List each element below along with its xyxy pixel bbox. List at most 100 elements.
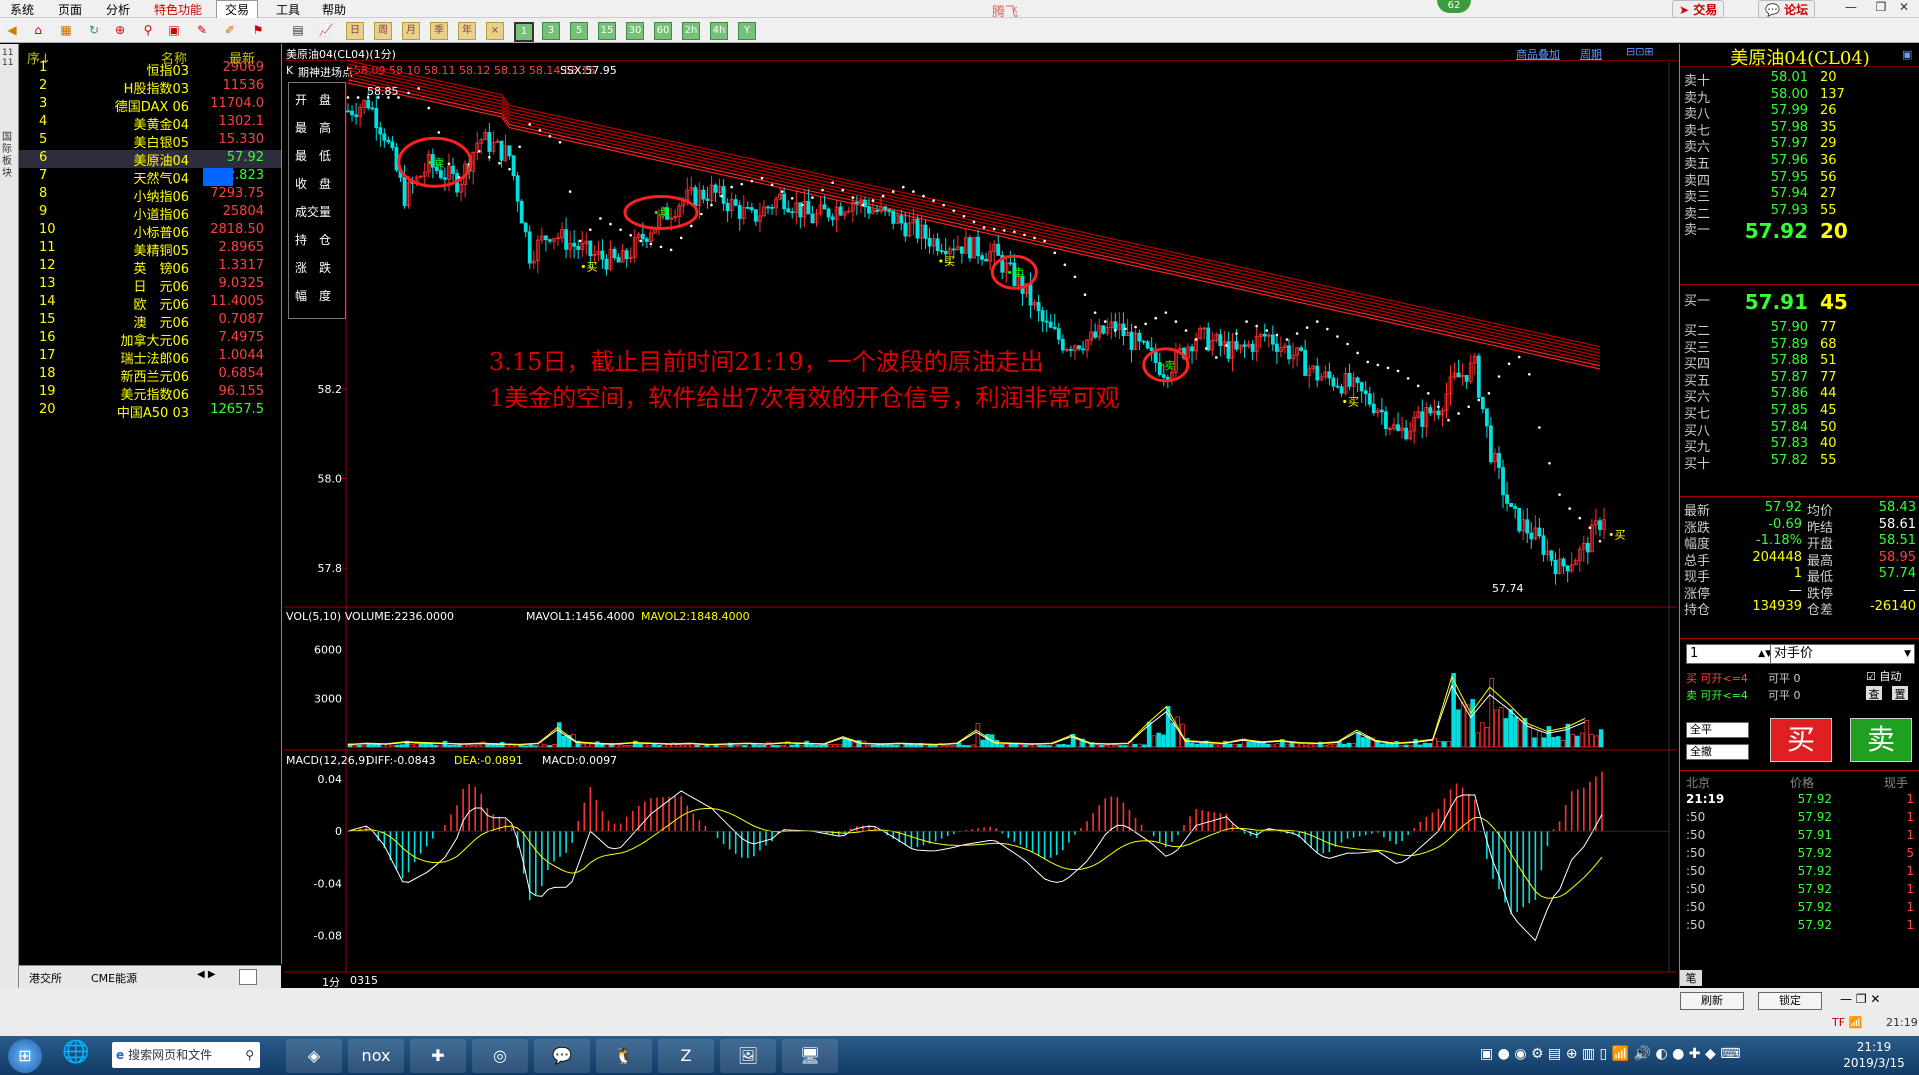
table-icon[interactable]: ▤ bbox=[290, 22, 306, 38]
volume-bar bbox=[1232, 744, 1238, 748]
tab-hkex[interactable]: 港交所 bbox=[29, 970, 62, 986]
lock-button[interactable]: 锁定 bbox=[1758, 992, 1822, 1010]
back-icon[interactable]: ◀ bbox=[4, 22, 20, 38]
candle-body bbox=[1404, 427, 1409, 440]
watchlist-row[interactable]: 13 日 元06 9.0325 bbox=[19, 276, 281, 295]
ssx-dot bbox=[417, 87, 420, 90]
menu-features[interactable]: 特色功能 bbox=[154, 1, 202, 18]
panel-icon[interactable]: ▣ bbox=[1902, 48, 1912, 61]
close-button[interactable]: ✕ bbox=[1889, 0, 1919, 16]
tray-icons[interactable]: ▣ ● ◉ ⚙ ▤ ⊕ ▥ ▯ 📶 🔊 ◐ ● ✚ ◆ ⌨ bbox=[1480, 1046, 1740, 1062]
period-1min-icon[interactable]: 1 bbox=[514, 22, 534, 42]
ticks-tab[interactable]: 笔 bbox=[1680, 970, 1702, 986]
zoom-in-icon[interactable]: ⊕ bbox=[112, 22, 128, 38]
period-5min-icon[interactable]: 5 bbox=[570, 22, 588, 40]
app-baidu-icon[interactable]: ◈ bbox=[286, 1039, 342, 1073]
watchlist-row[interactable]: 17 瑞士法郎06 1.0044 bbox=[19, 348, 281, 367]
quantity-input[interactable]: 1 ▲▼ bbox=[1686, 644, 1775, 664]
watchlist-row[interactable]: 1 恒指03 29069 bbox=[19, 60, 281, 79]
watchlist-row[interactable]: 7 天然气04 2.823 bbox=[19, 168, 281, 187]
app-360-icon[interactable]: ◎ bbox=[472, 1039, 528, 1073]
ssx-dot bbox=[1225, 344, 1228, 347]
menu-system[interactable]: 系统 bbox=[10, 1, 34, 18]
chart-icon[interactable]: 📈 bbox=[318, 22, 334, 38]
refresh-button[interactable]: 刷新 bbox=[1680, 992, 1744, 1010]
watchlist-row[interactable]: 18 新西兰元06 0.6854 bbox=[19, 366, 281, 385]
period-month-icon[interactable]: 月 bbox=[402, 22, 420, 40]
watchlist-row[interactable]: 5 美白银05 15.330 bbox=[19, 132, 281, 151]
watchlist-row[interactable]: 9 小道指06 25804 bbox=[19, 204, 281, 223]
app-photo-icon[interactable]: 🖼 bbox=[720, 1039, 776, 1073]
quote-icon[interactable]: ▦ bbox=[58, 22, 74, 38]
watchlist-row[interactable]: 2 H股指数03 11536 bbox=[19, 78, 281, 97]
taskbar-search[interactable]: e 搜索网页和文件 ⚲ bbox=[112, 1042, 260, 1068]
panel-window-controls[interactable]: — ❐ ✕ bbox=[1840, 992, 1880, 1006]
period-week-icon[interactable]: 周 bbox=[374, 22, 392, 40]
watchlist-row[interactable]: 8 小纳指06 7293.75 bbox=[19, 186, 281, 205]
period-multi-icon[interactable]: × bbox=[486, 22, 504, 40]
app-plus-icon[interactable]: ✚ bbox=[410, 1039, 466, 1073]
watchlist-row[interactable]: 12 英 镑06 1.3317 bbox=[19, 258, 281, 277]
period-30min-icon[interactable]: 30 bbox=[626, 22, 644, 40]
menu-page[interactable]: 页面 bbox=[58, 1, 82, 18]
taskbar-clock[interactable]: 21:19 2019/3/15 bbox=[1834, 1039, 1914, 1071]
plate-label[interactable]: 国际板块 bbox=[2, 132, 14, 180]
menu-analysis[interactable]: 分析 bbox=[106, 1, 130, 18]
watchlist-row[interactable]: 4 美黄金04 1302.1 bbox=[19, 114, 281, 133]
start-button[interactable]: ⊞ bbox=[8, 1039, 42, 1073]
period-2h-icon[interactable]: 2h bbox=[682, 22, 700, 40]
sell-button[interactable]: 卖 bbox=[1850, 718, 1912, 762]
home-icon[interactable]: ⌂ bbox=[30, 22, 46, 38]
buy-button[interactable]: 买 bbox=[1770, 718, 1832, 762]
menu-help[interactable]: 帮助 bbox=[322, 1, 346, 18]
watchlist-row[interactable]: 3 德国DAX 06 11704.0 bbox=[19, 96, 281, 115]
pen-icon[interactable]: ✎ bbox=[194, 22, 210, 38]
menu-tools[interactable]: 工具 bbox=[276, 1, 300, 18]
notification-badge[interactable]: 62 bbox=[1437, 0, 1471, 13]
refresh-icon[interactable]: ↻ bbox=[86, 22, 102, 38]
period-y-icon[interactable]: Y bbox=[738, 22, 756, 40]
pin-icon[interactable]: ⚑ bbox=[250, 22, 266, 38]
app-z-icon[interactable]: Z bbox=[658, 1039, 714, 1073]
watchlist-row[interactable]: 14 欧 元06 11.4005 bbox=[19, 294, 281, 313]
forum-button[interactable]: 💬 论坛 bbox=[1758, 0, 1816, 18]
close-all-button[interactable]: 全平 bbox=[1686, 722, 1749, 738]
candle-body bbox=[1129, 331, 1134, 350]
price-type-select[interactable]: 对手价 ▼ bbox=[1770, 644, 1915, 664]
row-name: 新西兰元06 bbox=[120, 370, 189, 385]
window-icon[interactable]: ▣ bbox=[166, 22, 182, 38]
auto-checkbox[interactable]: ☑ 自动 bbox=[1866, 668, 1901, 684]
app-terminal-icon[interactable]: 🖥 bbox=[782, 1039, 838, 1073]
app-qq-icon[interactable]: 🐧 bbox=[596, 1039, 652, 1073]
query-button[interactable]: 查 bbox=[1866, 686, 1882, 701]
draw-icon[interactable]: ✐ bbox=[222, 22, 238, 38]
cancel-all-button[interactable]: 全撤 bbox=[1686, 744, 1749, 760]
watchlist-row[interactable]: 10 小标普06 2818.50 bbox=[19, 222, 281, 241]
ask-volume: 20 bbox=[1820, 70, 1837, 85]
watchlist-row[interactable]: 20 中国A50 03 12657.5 bbox=[19, 402, 281, 421]
tab-scroll-thumb[interactable] bbox=[239, 969, 257, 985]
trade-button[interactable]: ➤ 交易 bbox=[1672, 0, 1725, 18]
browser-ball-icon[interactable]: 🌐 bbox=[62, 1040, 89, 1065]
search-icon[interactable]: ⚲ bbox=[140, 22, 156, 38]
period-4h-icon[interactable]: 4h bbox=[710, 22, 728, 40]
period-3min-icon[interactable]: 3 bbox=[542, 22, 560, 40]
tab-cme-energy[interactable]: CME能源 bbox=[91, 970, 137, 986]
watchlist-row[interactable]: 11 美精铜05 2.8965 bbox=[19, 240, 281, 259]
watchlist-row[interactable]: 6 美原油04 57.92 bbox=[19, 150, 281, 169]
reset-button[interactable]: 置 bbox=[1892, 686, 1908, 701]
period-day-icon[interactable]: 日 bbox=[346, 22, 364, 40]
period-year-icon[interactable]: 年 bbox=[458, 22, 476, 40]
minimize-button[interactable]: — bbox=[1836, 0, 1866, 16]
chart-canvas[interactable]: •买•买•买•买•买•买•卖•卖•卖•卖•卖•卖•卖•买 58.258.057.… bbox=[284, 44, 1677, 988]
app-wechat-icon[interactable]: 💬 bbox=[534, 1039, 590, 1073]
watchlist-row[interactable]: 16 加拿大元06 7.4975 bbox=[19, 330, 281, 349]
watchlist-row[interactable]: 15 澳 元06 0.7087 bbox=[19, 312, 281, 331]
app-nox-icon[interactable]: nox bbox=[348, 1039, 404, 1073]
period-season-icon[interactable]: 季 bbox=[430, 22, 448, 40]
scroll-left-icon[interactable]: ◀ ▶ bbox=[197, 969, 216, 980]
period-15min-icon[interactable]: 15 bbox=[598, 22, 616, 40]
menu-trade[interactable]: 交易 bbox=[216, 0, 259, 19]
watchlist-row[interactable]: 19 美元指数06 96.155 bbox=[19, 384, 281, 403]
period-60min-icon[interactable]: 60 bbox=[654, 22, 672, 40]
